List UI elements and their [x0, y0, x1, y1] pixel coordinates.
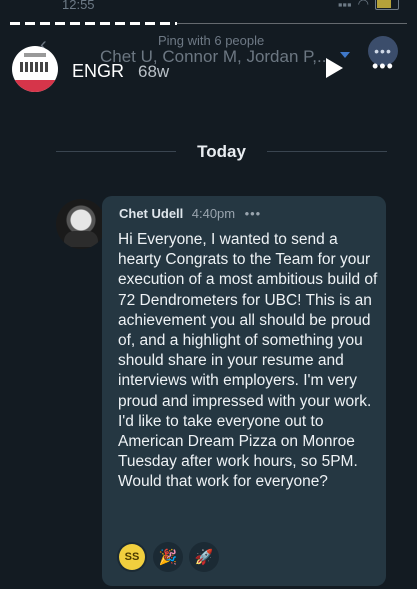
avatar-logo-band	[12, 80, 58, 92]
date-divider-label: Today	[197, 142, 246, 161]
message-more-icon[interactable]: •••	[245, 206, 262, 221]
reactor-initials: SS	[119, 544, 145, 570]
story-account-name[interactable]: ENGR	[72, 61, 124, 82]
wifi-icon: ◠	[357, 0, 369, 11]
message-header: Chet Udell 4:40pm •••	[119, 205, 261, 223]
signal-icon: ▪▪▪	[337, 0, 352, 12]
battery-icon	[375, 0, 399, 10]
message-author[interactable]: Chet Udell	[119, 206, 183, 221]
story-progress-remaining	[176, 23, 407, 24]
avatar-logo-row	[20, 62, 50, 72]
sender-avatar[interactable]	[56, 199, 106, 249]
status-bar: 12:55 ▪▪▪ ◠	[0, 0, 417, 14]
message-bubble[interactable]: Chet Udell 4:40pm ••• Hi Everyone, I wan…	[102, 196, 386, 586]
more-options-icon[interactable]: •••	[372, 56, 394, 77]
play-icon[interactable]	[326, 58, 343, 78]
story-overlay: ENGR 68w •••	[0, 46, 417, 94]
date-divider: Today	[56, 140, 387, 164]
divider-line-right	[267, 151, 387, 152]
rocket-icon[interactable]: 🚀	[189, 542, 219, 572]
story-progress-bar	[10, 22, 407, 26]
status-time: 12:55	[62, 0, 95, 12]
story-age: 68w	[138, 62, 170, 81]
reaction-avatar[interactable]: SS	[117, 542, 147, 572]
reactions-row: SS 🎉 🚀	[117, 542, 219, 572]
party-popper-icon[interactable]: 🎉	[153, 542, 183, 572]
message-time: 4:40pm	[191, 206, 236, 221]
story-progress-viewed	[10, 22, 177, 25]
status-icons: ▪▪▪ ◠	[338, 0, 399, 12]
story-avatar[interactable]	[12, 46, 58, 92]
message-body: Hi Everyone, I wanted to send a hearty C…	[118, 231, 378, 491]
avatar-logo-text	[24, 53, 46, 57]
